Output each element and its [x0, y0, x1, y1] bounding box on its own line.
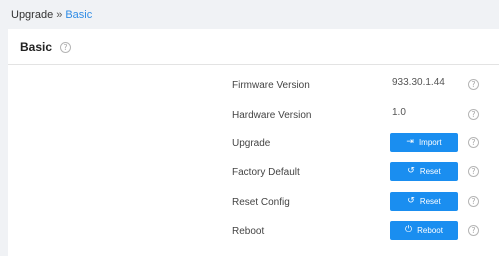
breadcrumb-separator: » — [56, 9, 63, 21]
divider — [8, 64, 499, 65]
page-title: Basic — [20, 40, 53, 54]
power-icon: ⏻ — [405, 225, 413, 235]
reset-config-label: Reset Config — [232, 197, 290, 208]
help-icon[interactable]: ? — [468, 79, 479, 90]
help-icon[interactable]: ? — [468, 109, 479, 120]
import-button[interactable]: ⇥ Import — [390, 133, 458, 152]
panel-header: Basic ? — [8, 29, 499, 64]
breadcrumb: Upgrade» Basic — [11, 8, 92, 22]
help-icon[interactable]: ? — [468, 196, 479, 207]
firmware-version-label: Firmware Version — [232, 80, 310, 91]
reset-icon: ↺ — [407, 166, 415, 176]
reboot-button[interactable]: ⏻ Reboot — [390, 221, 458, 240]
reboot-label: Reboot — [232, 226, 265, 237]
reboot-row: Reboot ⏻ Reboot ? — [8, 216, 499, 246]
factory-reset-button[interactable]: ↺ Reset — [390, 162, 458, 181]
reset-icon: ↺ — [407, 196, 415, 206]
help-icon[interactable]: ? — [468, 166, 479, 177]
breadcrumb-basic[interactable]: Basic — [65, 9, 92, 21]
firmware-version-value: 933.30.1.44 — [392, 77, 445, 88]
reset-config-button-label: Reset — [419, 197, 441, 206]
hardware-version-value: 1.0 — [392, 107, 406, 118]
upgrade-row: Upgrade ⇥ Import ? — [8, 128, 499, 158]
hardware-version-row: Hardware Version 1.0 ? — [8, 100, 499, 130]
upgrade-label: Upgrade — [232, 138, 271, 149]
reset-config-row: Reset Config ↺ Reset ? — [8, 187, 499, 217]
import-icon: ⇥ — [406, 137, 414, 147]
hardware-version-label: Hardware Version — [232, 110, 312, 121]
basic-panel: Basic ? Firmware Version 933.30.1.44 ? H… — [8, 29, 499, 256]
factory-default-row: Factory Default ↺ Reset ? — [8, 157, 499, 187]
help-icon[interactable]: ? — [468, 137, 479, 148]
firmware-version-row: Firmware Version 933.30.1.44 ? — [8, 70, 499, 100]
help-icon[interactable]: ? — [60, 42, 71, 53]
factory-reset-button-label: Reset — [419, 167, 441, 176]
import-button-label: Import — [418, 138, 442, 147]
breadcrumb-upgrade[interactable]: Upgrade — [11, 9, 53, 21]
factory-default-label: Factory Default — [232, 167, 300, 178]
reboot-button-label: Reboot — [417, 226, 443, 235]
reset-config-button[interactable]: ↺ Reset — [390, 192, 458, 211]
help-icon[interactable]: ? — [468, 225, 479, 236]
